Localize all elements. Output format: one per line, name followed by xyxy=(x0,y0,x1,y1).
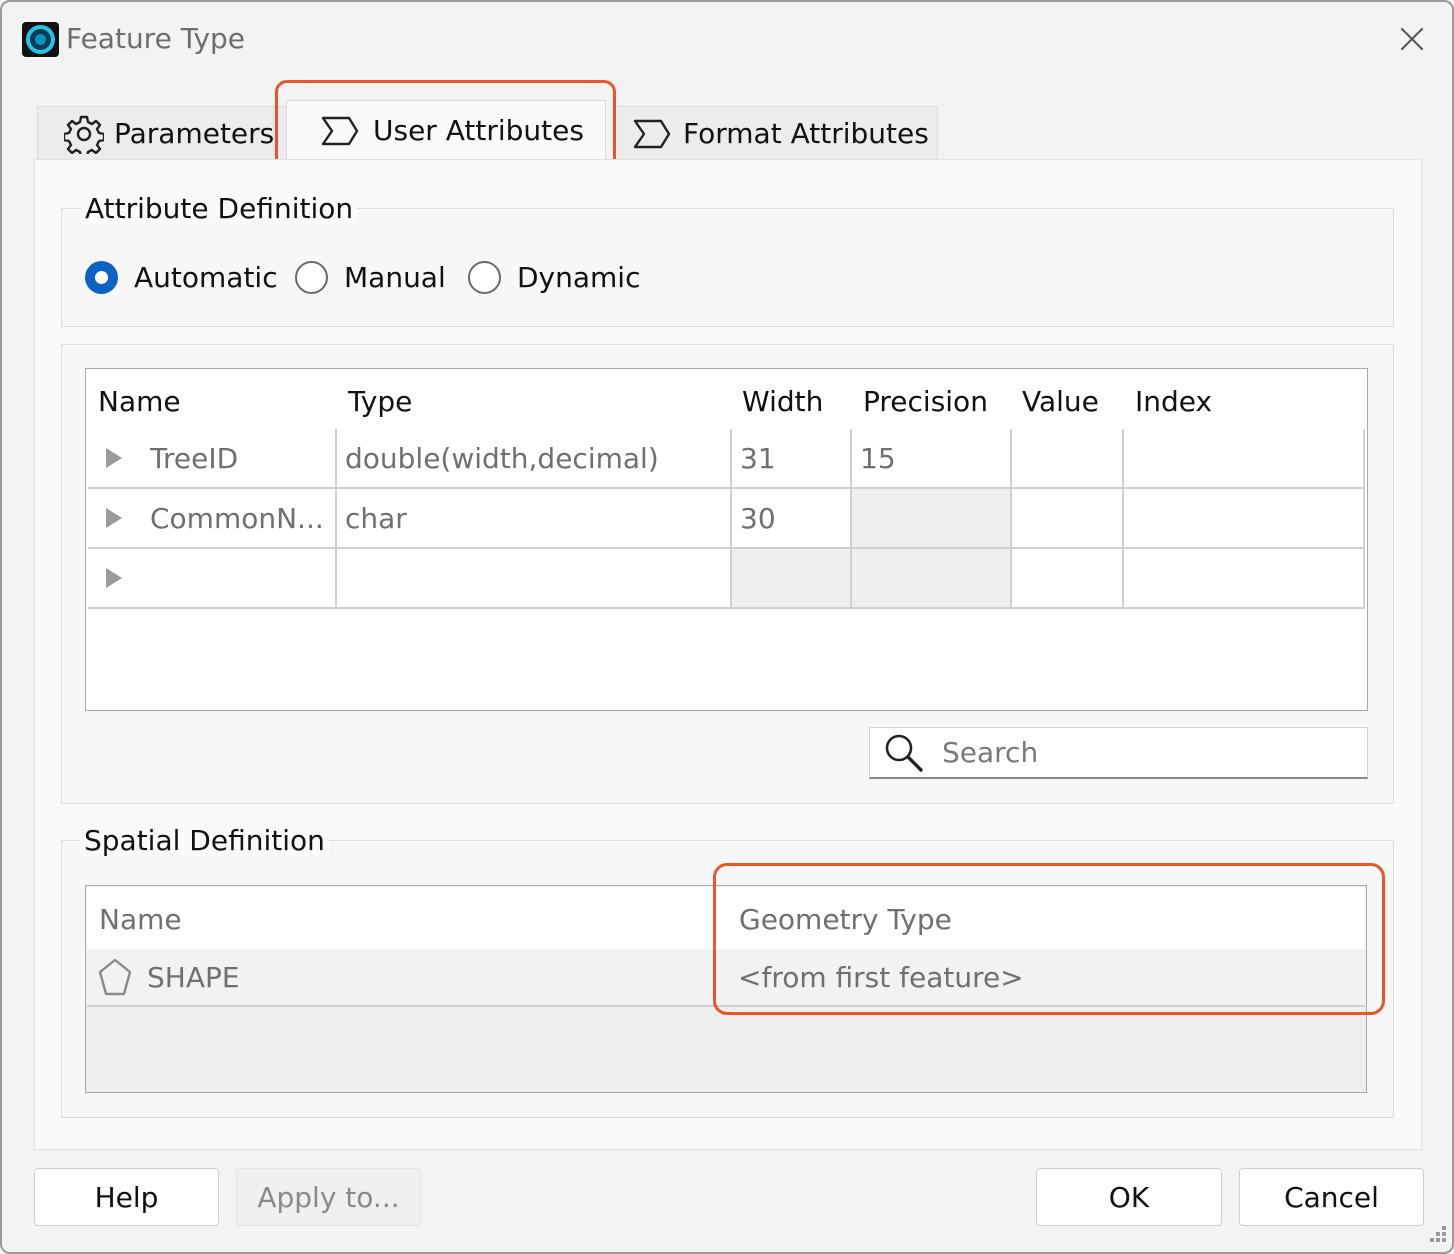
cell-index[interactable] xyxy=(1124,429,1365,487)
radio-manual[interactable]: Manual xyxy=(295,261,446,294)
tab-parameters[interactable]: Parameters xyxy=(37,106,287,160)
feature-type-dialog: Feature Type Parameters User Attributes … xyxy=(0,0,1454,1254)
table-row[interactable]: CommonN... char 30 xyxy=(88,489,1365,549)
radio-automatic[interactable]: Automatic xyxy=(85,261,278,294)
window-title: Feature Type xyxy=(66,22,246,55)
attribute-definition-title: Attribute Definition xyxy=(81,192,358,225)
attributes-table[interactable]: Name Type Width Precision Value Index Tr… xyxy=(85,368,1368,711)
help-button[interactable]: Help xyxy=(34,1168,219,1226)
chevron-tag-icon xyxy=(633,119,671,149)
cell-width[interactable]: 31 xyxy=(732,429,852,487)
cell-value[interactable] xyxy=(1012,489,1124,547)
radio-indicator xyxy=(295,261,328,294)
row-expand-icon[interactable] xyxy=(106,448,122,468)
ok-button[interactable]: OK xyxy=(1036,1168,1222,1226)
cell-type[interactable]: double(width,decimal) xyxy=(337,429,732,487)
polygon-icon xyxy=(95,957,135,1001)
search-input[interactable] xyxy=(942,736,1342,769)
cell-width xyxy=(732,549,852,607)
column-header-name[interactable]: Name xyxy=(98,385,181,418)
column-header-type[interactable]: Type xyxy=(348,385,412,418)
radio-indicator xyxy=(468,261,501,294)
cell-value[interactable] xyxy=(1012,429,1124,487)
search-icon xyxy=(884,733,924,773)
radio-manual-label: Manual xyxy=(344,261,446,294)
radio-automatic-label: Automatic xyxy=(134,261,278,294)
spatial-definition-title: Spatial Definition xyxy=(80,824,329,857)
row-expand-icon[interactable] xyxy=(106,508,122,528)
cell-index[interactable] xyxy=(1124,549,1365,607)
cell-width[interactable]: 30 xyxy=(732,489,852,547)
app-logo-icon xyxy=(22,22,59,57)
geometry-type-highlight xyxy=(713,863,1385,1015)
radio-selected-indicator xyxy=(85,261,118,294)
tab-format-attributes-label: Format Attributes xyxy=(683,117,929,150)
column-header-value[interactable]: Value xyxy=(1022,385,1099,418)
radio-dynamic[interactable]: Dynamic xyxy=(468,261,640,294)
cell-name[interactable]: TreeID xyxy=(88,429,337,487)
search-box[interactable] xyxy=(869,727,1368,779)
close-button[interactable] xyxy=(1394,22,1430,58)
resize-grip-icon[interactable] xyxy=(1424,1224,1450,1250)
cell-name[interactable] xyxy=(88,549,337,607)
cell-value[interactable] xyxy=(1012,549,1124,607)
cell-precision[interactable]: 15 xyxy=(852,429,1012,487)
column-header-name[interactable]: Name xyxy=(99,903,182,936)
spatial-cell-name[interactable]: SHAPE xyxy=(147,949,240,1005)
column-header-width[interactable]: Width xyxy=(742,385,823,418)
cell-type[interactable]: char xyxy=(337,489,732,547)
cell-precision xyxy=(852,549,1012,607)
table-row-new[interactable] xyxy=(88,549,1365,609)
title-bar: Feature Type xyxy=(2,2,1452,74)
row-expand-icon[interactable] xyxy=(106,568,122,588)
column-header-index[interactable]: Index xyxy=(1135,385,1212,418)
column-header-precision[interactable]: Precision xyxy=(863,385,988,418)
cancel-button[interactable]: Cancel xyxy=(1239,1168,1424,1226)
cell-name[interactable]: CommonN... xyxy=(88,489,337,547)
tab-format-attributes[interactable]: Format Attributes xyxy=(614,106,938,160)
apply-to-button[interactable]: Apply to... xyxy=(236,1168,421,1226)
radio-dynamic-label: Dynamic xyxy=(517,261,641,294)
table-row[interactable]: TreeID double(width,decimal) 31 15 xyxy=(88,429,1365,489)
gear-icon xyxy=(64,114,104,154)
tab-parameters-label: Parameters xyxy=(114,117,275,150)
cell-type[interactable] xyxy=(337,549,732,607)
cell-index[interactable] xyxy=(1124,489,1365,547)
cell-precision xyxy=(852,489,1012,547)
